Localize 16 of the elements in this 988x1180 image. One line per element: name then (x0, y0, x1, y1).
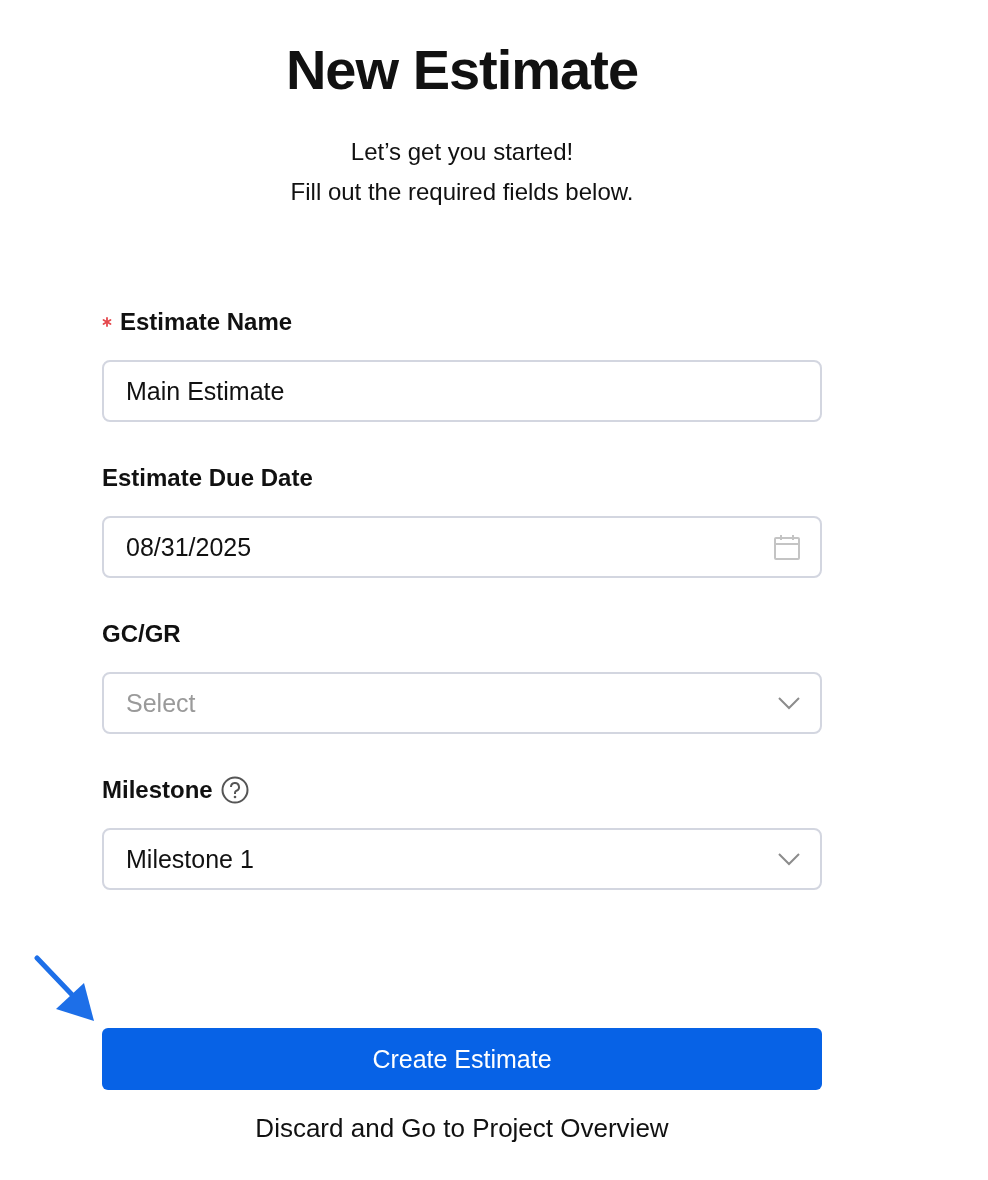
field-label: GC/GR (102, 619, 181, 649)
field-label: Milestone (102, 775, 213, 805)
field-label: Estimate Name (120, 307, 293, 337)
create-estimate-button[interactable]: Create Estimate (102, 1028, 822, 1090)
input-field[interactable]: Main Estimate (102, 360, 822, 422)
date-field[interactable]: 08/31/2025 (102, 516, 822, 578)
chevron-down-icon[interactable] (778, 696, 800, 710)
subtitle-text: Fill out the required fields below. (290, 177, 634, 207)
help-icon[interactable] (220, 776, 249, 804)
subtitle-text: Let’s get you started! (350, 137, 574, 167)
field-label: Estimate Due Date (102, 463, 313, 493)
select-field[interactable]: Milestone 1 (102, 828, 822, 890)
chevron-down-icon[interactable] (778, 852, 800, 866)
page-title: New Estimate (284, 37, 640, 103)
calendar-icon[interactable] (774, 534, 800, 560)
discard-link[interactable]: Discard and Go to Project Overview (255, 1112, 669, 1144)
